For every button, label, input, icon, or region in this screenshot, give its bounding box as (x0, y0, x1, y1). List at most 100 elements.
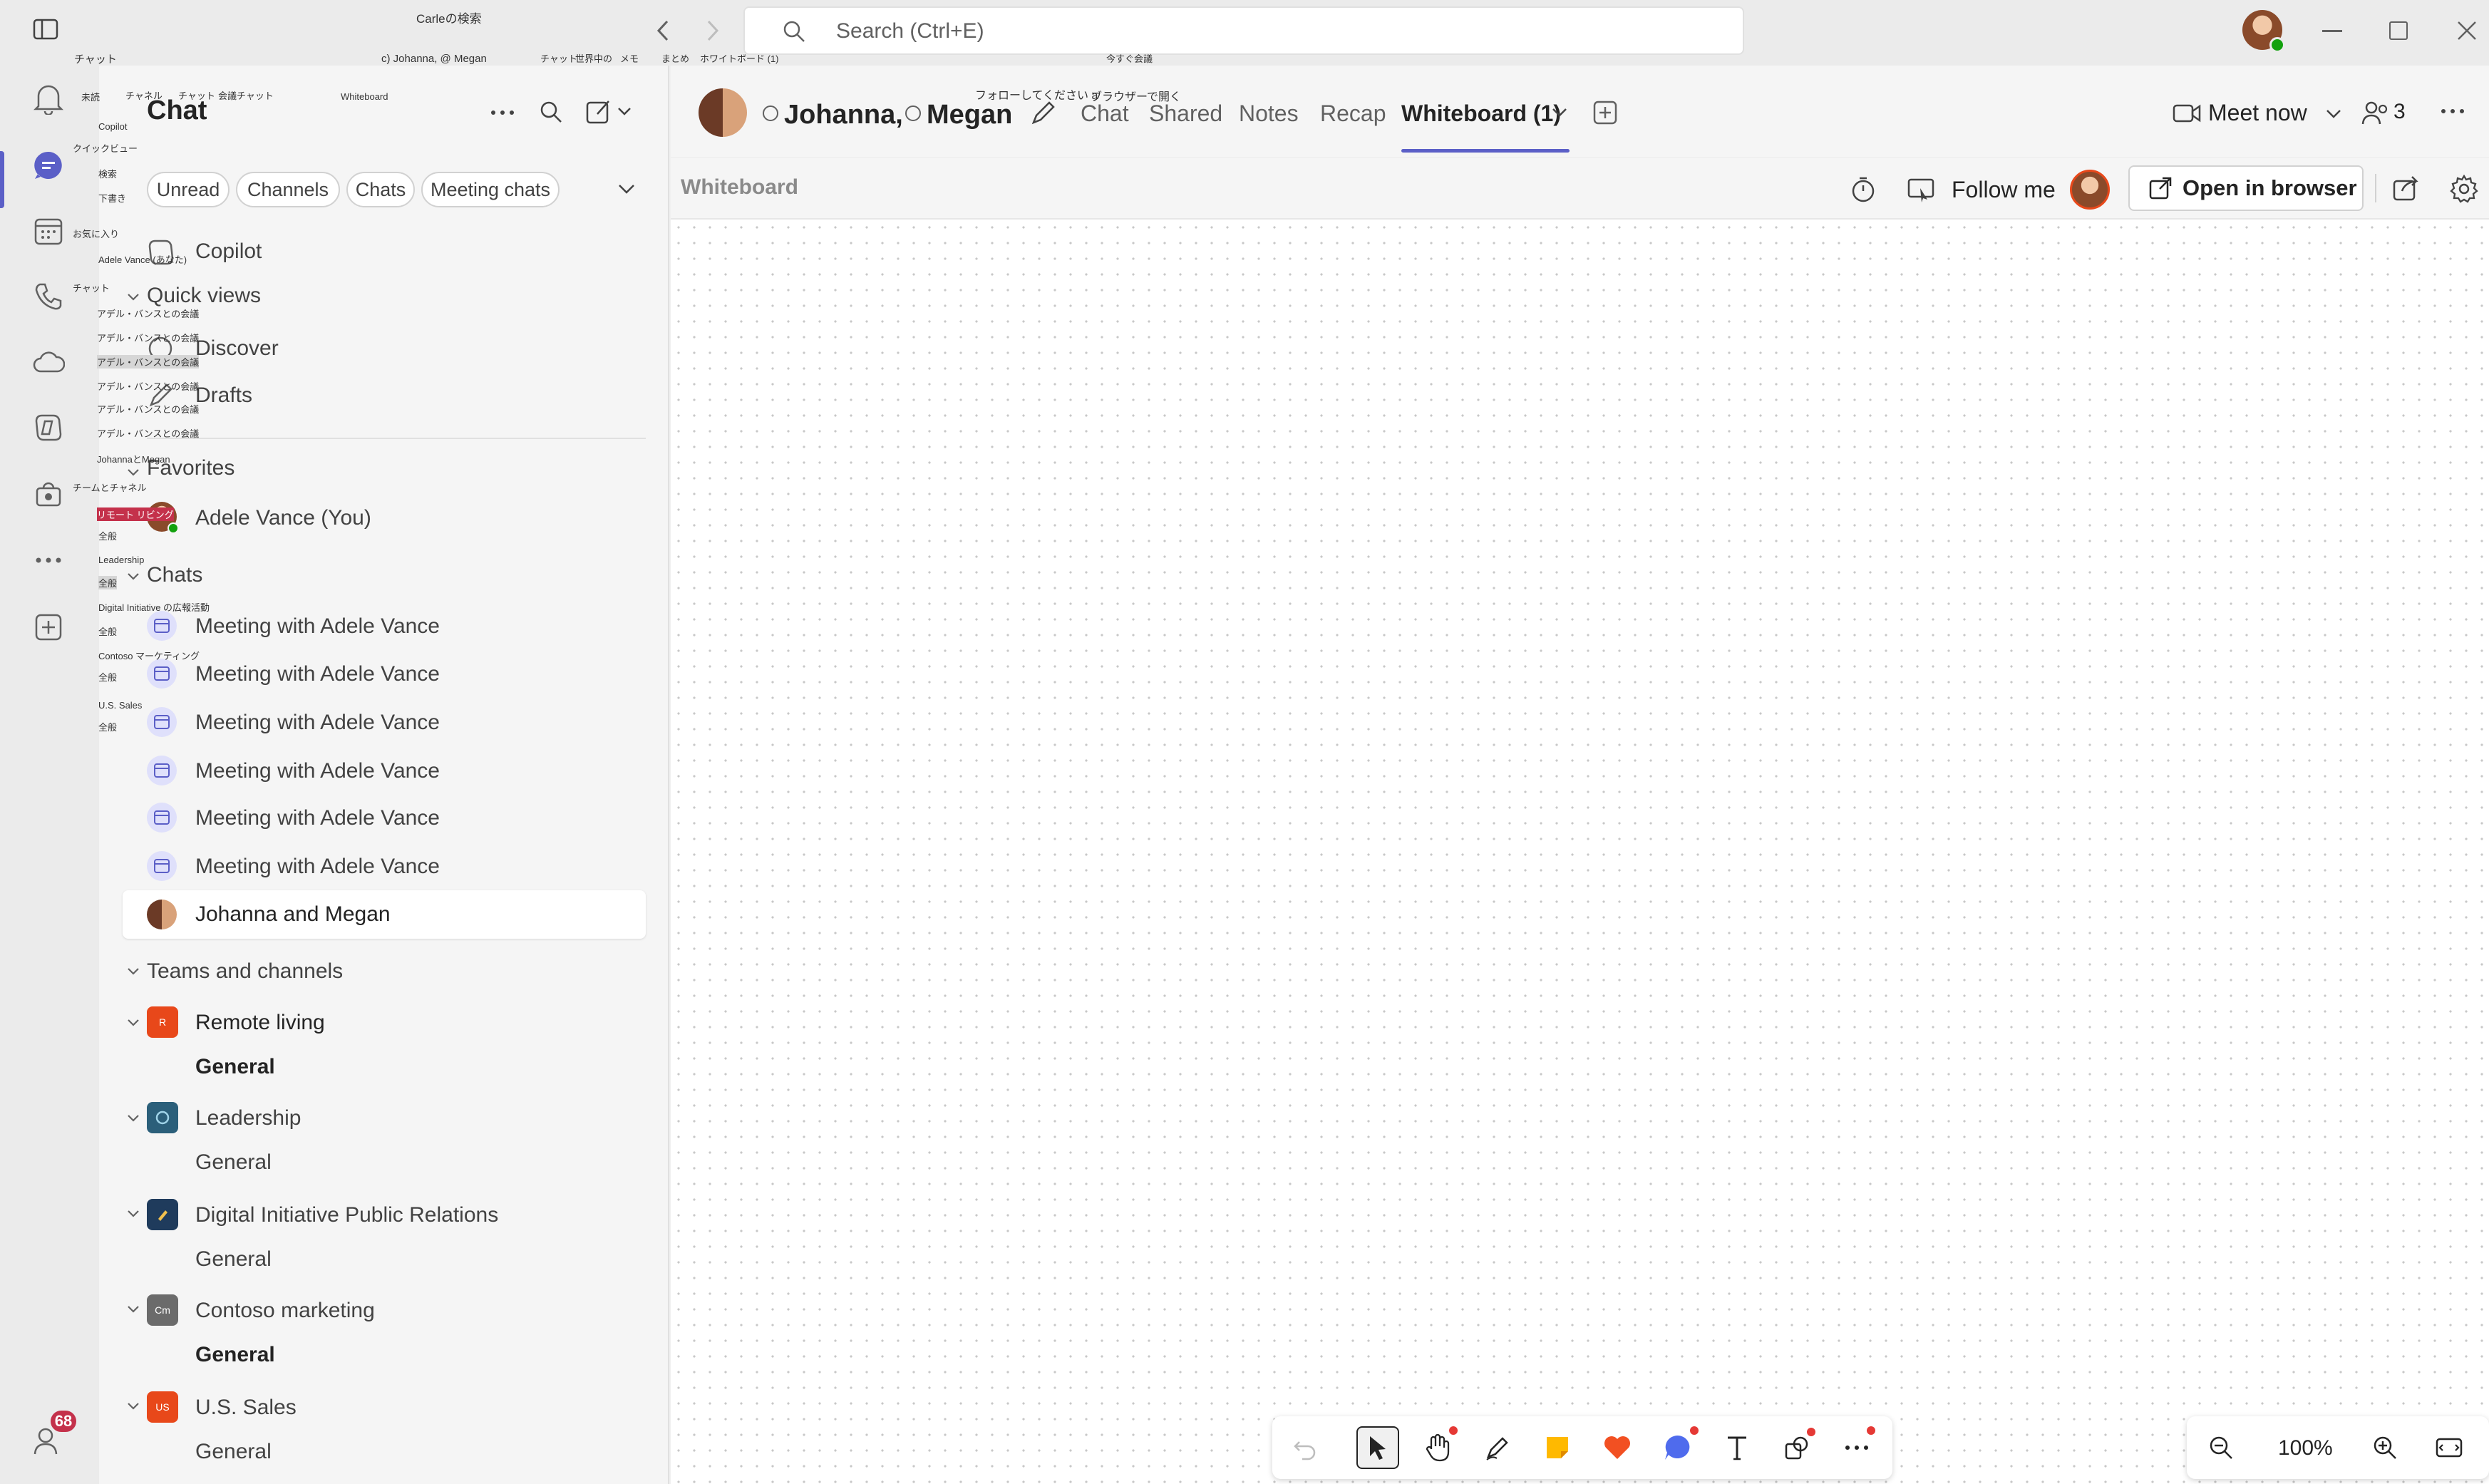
meeting-chat-item[interactable]: Meeting with Adele Vance (195, 662, 440, 686)
user-avatar[interactable] (2242, 10, 2285, 53)
sidebar-toggle-icon[interactable] (33, 19, 58, 40)
copilot-item[interactable]: Copilot (195, 239, 262, 264)
meeting-chat-item[interactable]: Meeting with Adele Vance (195, 711, 440, 735)
channel-item[interactable]: General (195, 1343, 275, 1367)
minimize-icon[interactable] (2322, 30, 2342, 32)
undo-icon[interactable] (1284, 1426, 1326, 1469)
text-tool-icon[interactable] (1716, 1426, 1758, 1469)
more-tools-icon[interactable] (1835, 1426, 1878, 1469)
settings-gear-icon[interactable] (2449, 174, 2479, 204)
tab-chat[interactable]: Chat (1081, 101, 1129, 127)
calls-phone-icon[interactable] (27, 275, 70, 318)
edit-name-pencil-icon[interactable] (1029, 98, 1058, 127)
channel-item[interactable]: General (195, 1247, 272, 1272)
team-chevron-icon[interactable] (125, 1302, 141, 1317)
maximize-icon[interactable] (2389, 21, 2408, 40)
filter-meeting-chats[interactable]: Meeting chats (421, 172, 560, 207)
forward-arrow-icon[interactable] (704, 19, 721, 43)
team-name[interactable]: Remote living (195, 1011, 325, 1035)
filter-expand-chevron-icon[interactable] (617, 182, 636, 195)
timer-icon[interactable] (1850, 175, 1876, 204)
select-pointer-icon[interactable] (1356, 1426, 1399, 1469)
chat-icon[interactable] (27, 144, 70, 187)
follow-me-button[interactable]: Follow me (1952, 177, 2056, 203)
overlay-label: Copilot (98, 121, 128, 132)
team-name[interactable]: Contoso marketing (195, 1299, 375, 1323)
favorites-chevron-icon[interactable] (125, 465, 141, 480)
favorite-user-item[interactable]: Adele Vance (You) (195, 506, 371, 530)
team-name[interactable]: U.S. Sales (195, 1396, 297, 1420)
add-tab-icon[interactable] (1592, 100, 1618, 125)
team-avatar-us-sales: US (147, 1391, 178, 1423)
external-link-icon (2149, 177, 2172, 200)
meeting-chat-item[interactable]: Meeting with Adele Vance (195, 759, 440, 783)
tab-notes[interactable]: Notes (1239, 101, 1299, 127)
chat-search-icon[interactable] (539, 100, 563, 124)
video-camera-icon[interactable] (2173, 103, 2201, 124)
search-box[interactable]: Search (Ctrl+E) (743, 6, 1744, 55)
channel-item[interactable]: General (195, 1150, 272, 1175)
tab-recap[interactable]: Recap (1320, 101, 1386, 127)
channel-item[interactable]: General (195, 1055, 275, 1079)
filter-unread[interactable]: Unread (147, 172, 230, 207)
meeting-chat-item[interactable]: Meeting with Adele Vance (195, 855, 440, 879)
hand-pan-icon[interactable] (1416, 1426, 1459, 1469)
quick-views-header[interactable]: Quick views (147, 284, 261, 308)
calendar-icon[interactable] (27, 210, 70, 252)
tab-whiteboard[interactable]: Whiteboard (1) (1401, 101, 1561, 127)
team-chevron-icon[interactable] (125, 1111, 141, 1126)
meeting-chat-item[interactable]: Meeting with Adele Vance (195, 614, 440, 639)
apps-store-icon[interactable] (27, 472, 70, 515)
follow-me-icon[interactable] (1907, 177, 1936, 202)
filter-channels[interactable]: Channels (236, 172, 340, 207)
comment-bubble-icon[interactable] (1656, 1426, 1699, 1469)
overlay-label: ブラウザーで開く (1091, 91, 1182, 103)
copilot-icon[interactable] (27, 406, 70, 449)
tab-dropdown-chevron-icon[interactable] (1551, 107, 1568, 118)
shapes-icon[interactable] (1776, 1426, 1818, 1469)
participants-icon[interactable] (2361, 100, 2392, 125)
onedrive-cloud-icon[interactable] (27, 341, 70, 383)
meet-now-chevron-icon[interactable] (2325, 108, 2342, 120)
activity-bell-icon[interactable] (27, 77, 70, 120)
participant-name[interactable]: Megan (927, 100, 1012, 130)
overlay-label: チャット (178, 91, 215, 101)
team-chevron-icon[interactable] (125, 1206, 141, 1222)
more-options-icon[interactable] (490, 110, 515, 115)
team-chevron-icon[interactable] (125, 1398, 141, 1414)
zoom-out-icon[interactable] (2200, 1426, 2242, 1469)
meeting-chat-item[interactable]: Meeting with Adele Vance (195, 806, 440, 830)
meet-now-button[interactable]: Meet now (2208, 100, 2307, 126)
add-app-icon[interactable] (27, 606, 70, 649)
participant-name[interactable]: Johanna, (784, 100, 903, 130)
filter-chats[interactable]: Chats (346, 172, 415, 207)
reactions-heart-icon[interactable] (1596, 1426, 1639, 1469)
teams-chevron-icon[interactable] (125, 964, 141, 979)
open-in-browser-button[interactable]: Open in browser (2128, 165, 2364, 211)
group-chat-avatar[interactable] (699, 88, 747, 137)
header-more-icon[interactable] (2441, 108, 2465, 114)
drafts-item[interactable]: Drafts (195, 383, 252, 408)
share-icon[interactable] (2392, 175, 2421, 202)
pen-icon[interactable] (1476, 1426, 1519, 1469)
back-arrow-icon[interactable] (654, 19, 671, 43)
teams-header[interactable]: Teams and channels (147, 959, 343, 984)
more-apps-icon[interactable] (27, 539, 70, 582)
tab-shared[interactable]: Shared (1149, 101, 1222, 127)
team-name[interactable]: Leadership (195, 1106, 301, 1130)
sticky-note-icon[interactable] (1536, 1426, 1579, 1469)
chats-chevron-icon[interactable] (125, 569, 141, 584)
presence-icon (905, 105, 921, 121)
team-name[interactable]: Digital Initiative Public Relations (195, 1203, 498, 1227)
channel-item[interactable]: General (195, 1440, 272, 1464)
zoom-in-icon[interactable] (2364, 1426, 2406, 1469)
close-icon[interactable] (2456, 20, 2478, 41)
whiteboard-canvas[interactable] (671, 220, 2489, 1484)
quick-views-chevron-icon[interactable] (125, 289, 141, 305)
zoom-level[interactable]: 100% (2278, 1436, 2333, 1460)
chats-header[interactable]: Chats (147, 563, 202, 587)
team-chevron-icon[interactable] (125, 1015, 141, 1031)
new-chat-icon[interactable] (586, 98, 633, 124)
fit-to-screen-icon[interactable] (2428, 1426, 2470, 1469)
discover-item[interactable]: Discover (195, 336, 279, 361)
